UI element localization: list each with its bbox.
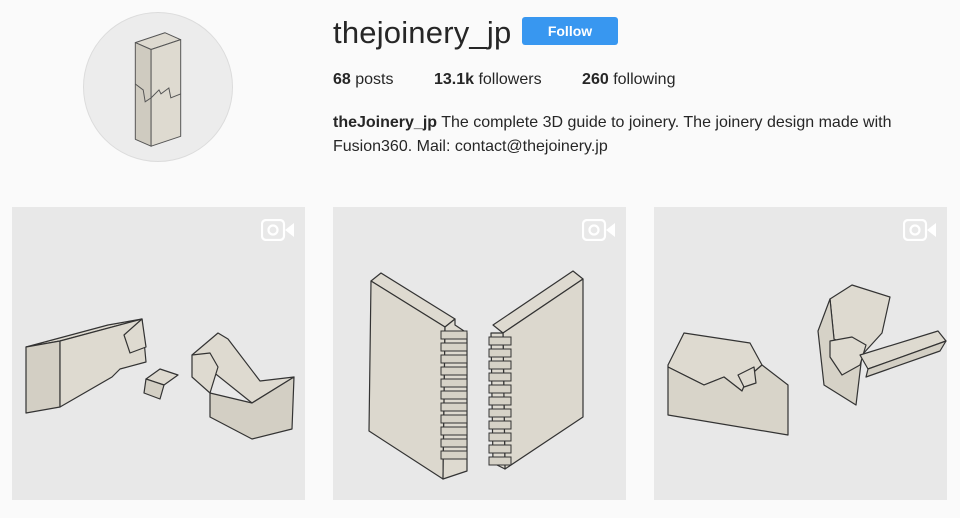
following-count: 260 (582, 71, 609, 88)
finger-joint-illustration (368, 270, 584, 480)
followers-label: followers (478, 71, 542, 88)
profile-stats: 68 posts 13.1k followers 260 following (333, 70, 711, 90)
followers-count: 13.1k (433, 71, 474, 88)
angled-dovetail-illustration (667, 284, 947, 436)
profile-username: thejoinery_jp (333, 15, 512, 50)
profile-bio: theJoinery_jp The complete 3D guide to j… (333, 111, 933, 159)
follow-button[interactable]: Follow (522, 17, 618, 45)
video-camera-icon (261, 219, 294, 241)
posts-count: 68 (333, 71, 351, 88)
following-stat[interactable]: 260 following (582, 70, 675, 90)
posts-stat: 68 posts (333, 70, 394, 90)
post-tile-3[interactable] (654, 207, 947, 500)
video-camera-icon (903, 219, 936, 241)
dovetail-beam-illustration (25, 318, 295, 440)
bio-text-line2: Fusion360. Mail: contact@thejoinery.jp (333, 138, 608, 155)
bio-display-name: theJoinery_jp (333, 114, 438, 131)
followers-stat[interactable]: 13.1k followers (434, 70, 542, 90)
post-tile-1[interactable] (12, 207, 305, 500)
following-label: following (613, 71, 676, 88)
bio-text-line1: The complete 3D guide to joinery. The jo… (437, 114, 892, 131)
profile-page: thejoinery_jp Follow 68 posts 13.1k foll… (0, 0, 960, 518)
video-camera-icon (582, 219, 615, 241)
post-tile-2[interactable] (333, 207, 626, 500)
wood-post-illustration (134, 32, 182, 147)
posts-label: posts (355, 71, 394, 88)
profile-avatar[interactable] (83, 12, 233, 162)
